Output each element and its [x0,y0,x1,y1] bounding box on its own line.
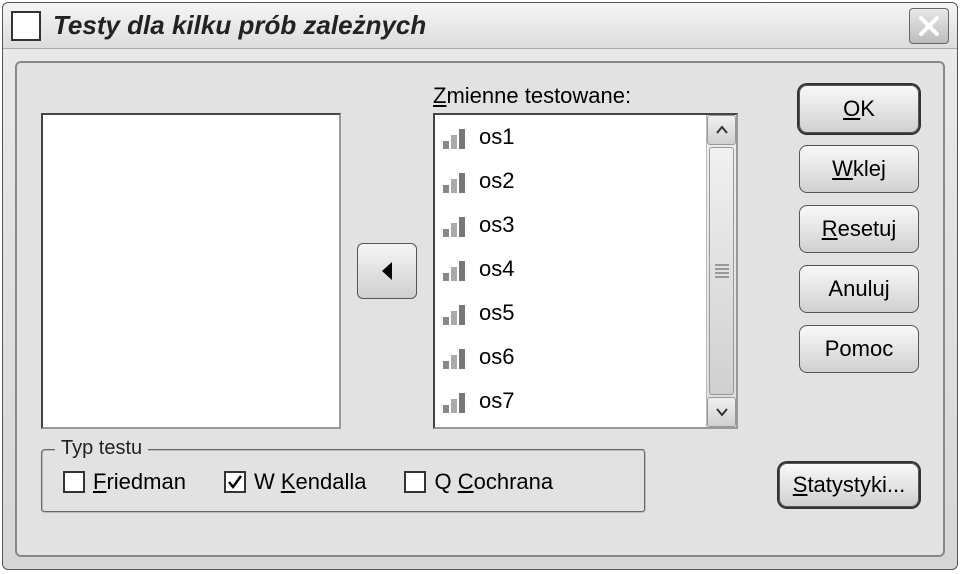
close-button[interactable] [909,8,949,44]
checkbox-option-2[interactable]: Q Cochrana [404,469,553,495]
app-icon [11,11,41,41]
paste-button[interactable]: Wklej [799,145,919,193]
titlebar[interactable]: Testy dla kilku prób zależnych [3,3,957,49]
scroll-thumb[interactable] [709,147,734,395]
main-row: Zmienne testowane: os1 os2 os3 os4 os5 os6 os7 [41,83,919,429]
list-item[interactable]: os3 [435,203,706,247]
list-item[interactable]: os6 [435,335,706,379]
statistics-button[interactable]: Statystyki... [779,463,919,507]
close-icon [917,14,941,38]
list-item[interactable]: os5 [435,291,706,335]
dialog-window: Testy dla kilku prób zależnych Zmienne t… [2,2,958,570]
list-item-label: os6 [479,344,514,370]
checkbox-option-0[interactable]: Friedman [63,469,186,495]
check-icon [226,473,244,491]
scale-icon [441,387,471,415]
chevron-up-icon [715,125,729,135]
list-item[interactable]: os1 [435,115,706,159]
list-item-label: os2 [479,168,514,194]
list-item-label: os4 [479,256,514,282]
list-item-label: os5 [479,300,514,326]
cancel-button[interactable]: Anuluj [799,265,919,313]
checkbox-box [63,471,85,493]
scale-icon [441,255,471,283]
help-button[interactable]: Pomoc [799,325,919,373]
window-title: Testy dla kilku prób zależnych [53,10,909,41]
mover-column [351,113,423,429]
list-item-label: os7 [479,388,514,414]
chevron-down-icon [715,407,729,417]
scroll-up-button[interactable] [707,115,736,145]
test-variables-list[interactable]: os1 os2 os3 os4 os5 os6 os7 [433,113,738,429]
ok-button[interactable]: OK [799,85,919,133]
test-type-fieldset: Typ testu FriedmanW KendallaQ Cochrana [41,449,646,513]
test-variables-label: Zmienne testowane: [433,83,738,109]
checkbox-label: Friedman [93,469,186,495]
move-left-button[interactable] [357,243,417,299]
scale-icon [441,299,471,327]
checkbox-box [404,471,426,493]
checkbox-option-1[interactable]: W Kendalla [224,469,367,495]
dest-column: Zmienne testowane: os1 os2 os3 os4 os5 os6 os7 [433,83,738,429]
checkbox-box [224,471,246,493]
scale-icon [441,167,471,195]
list-item[interactable]: os4 [435,247,706,291]
reset-button[interactable]: Resetuj [799,205,919,253]
checkbox-label: Q Cochrana [434,469,553,495]
triangle-left-icon [378,260,396,282]
scroll-down-button[interactable] [707,397,736,427]
list-item-label: os1 [479,124,514,150]
button-column: OK Wklej Resetuj Anuluj Pomoc [748,85,919,429]
list-item-label: os3 [479,212,514,238]
list-item[interactable]: os2 [435,159,706,203]
dialog-content: Zmienne testowane: os1 os2 os3 os4 os5 os6 os7 [15,61,945,557]
fieldset-legend: Typ testu [55,437,148,460]
scale-icon [441,343,471,371]
scrollbar[interactable] [706,115,736,427]
list-item[interactable]: os7 [435,379,706,423]
scale-icon [441,123,471,151]
source-variables-list[interactable] [41,113,341,429]
checkbox-label: W Kendalla [254,469,367,495]
scale-icon [441,211,471,239]
